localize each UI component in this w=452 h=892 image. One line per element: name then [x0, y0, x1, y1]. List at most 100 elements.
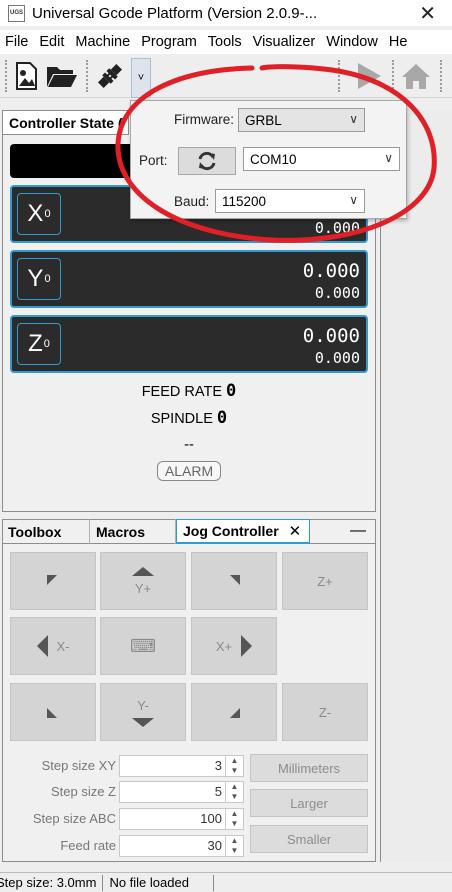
- step-size-xy-label: Step size XY: [41, 758, 116, 773]
- menu-visualizer[interactable]: Visualizer: [253, 34, 316, 50]
- step-size-abc-label: Step size ABC: [32, 811, 116, 826]
- tab-toolbox[interactable]: Toolbox: [2, 519, 90, 544]
- arrow-up-left-icon: [47, 575, 57, 585]
- status-bar: Step size: 3.0mm No file loaded: [0, 872, 452, 892]
- firmware-select[interactable]: GRBL ∨: [238, 108, 365, 132]
- units-toggle-button[interactable]: Millimeters: [250, 754, 368, 782]
- jog-z-plus-button[interactable]: Z+: [282, 552, 368, 610]
- toolbar: [0, 54, 452, 98]
- jog-x-plus-button[interactable]: X+: [191, 617, 277, 675]
- reset-x-button[interactable]: X0: [17, 193, 61, 235]
- controller-state-tab[interactable]: Controller State (: [3, 111, 129, 135]
- menu-bar: File Edit Machine Program Tools Visualiz…: [0, 30, 452, 54]
- refresh-ports-button[interactable]: [178, 147, 236, 175]
- z-work-position: 0.000: [302, 325, 360, 347]
- feed-rate-readout: FEED RATE 0: [0, 381, 378, 401]
- jog-x-minus-button[interactable]: X-: [10, 617, 96, 675]
- jog-y-plus-button[interactable]: Y+: [100, 552, 186, 610]
- stepper-arrows-icon[interactable]: ▲ ▼: [225, 836, 243, 856]
- step-size-abc-field[interactable]: 100 ▲ ▼: [119, 808, 244, 830]
- chevron-down-icon: ˅: [137, 72, 145, 84]
- refresh-icon: [198, 151, 216, 171]
- jog-x-minus-y-minus-button[interactable]: [10, 683, 96, 741]
- z-machine-position: 0.000: [314, 349, 360, 367]
- jog-x-plus-y-plus-button[interactable]: [191, 552, 277, 610]
- tab-jog-controller-label: Jog Controller: [183, 523, 279, 539]
- chevron-down-icon: ∨: [349, 193, 358, 207]
- connect-button[interactable]: [94, 60, 126, 92]
- y-work-position: 0.000: [302, 260, 360, 282]
- toolbar-separator: [440, 60, 443, 92]
- arrow-down-right-icon: [230, 708, 240, 718]
- connection-dropdown-button[interactable]: ˅: [131, 58, 151, 98]
- keyboard-jog-button[interactable]: ⌨: [100, 617, 186, 675]
- app-icon: UGS: [8, 4, 25, 22]
- open-image-button[interactable]: [10, 60, 42, 92]
- toolbar-separator: [338, 60, 341, 92]
- stepper-arrows-icon[interactable]: ▲ ▼: [225, 756, 243, 776]
- open-folder-button[interactable]: [46, 60, 78, 92]
- close-icon[interactable]: ✕: [289, 522, 302, 540]
- plug-icon: [97, 63, 123, 89]
- menu-window[interactable]: Window: [326, 34, 378, 50]
- toolbar-grip: [5, 60, 8, 92]
- z-axis-display: Z0 0.000 0.000: [10, 315, 368, 373]
- menu-edit[interactable]: Edit: [39, 34, 64, 50]
- reset-z-button[interactable]: Z0: [17, 323, 61, 365]
- play-icon: [358, 63, 381, 89]
- toolbar-separator: [392, 60, 395, 92]
- step-size-z-label: Step size Z: [50, 784, 116, 799]
- arrow-up-right-icon: [230, 575, 240, 585]
- feed-rate-field[interactable]: 30 ▲ ▼: [119, 835, 244, 857]
- pin-state: --: [184, 437, 194, 453]
- stepper-arrows-icon[interactable]: ▲ ▼: [225, 809, 243, 829]
- status-divider: [212, 874, 214, 891]
- menu-machine[interactable]: Machine: [75, 34, 130, 50]
- tab-macros[interactable]: Macros: [90, 519, 176, 544]
- arrow-down-icon: [132, 717, 154, 727]
- connection-popup: Firmware: GRBL ∨ Port: COM10 ∨ Baud: 115…: [130, 100, 407, 219]
- play-button[interactable]: [352, 60, 384, 92]
- feed-rate-value: 0: [226, 381, 237, 401]
- image-file-icon: [16, 62, 37, 90]
- jog-x-plus-y-minus-button[interactable]: [191, 683, 277, 741]
- larger-step-button[interactable]: Larger: [250, 789, 368, 817]
- port-label: Port:: [139, 153, 168, 168]
- home-button[interactable]: [400, 60, 432, 92]
- reset-y-button[interactable]: Y0: [17, 258, 61, 300]
- alarm-badge: ALARM: [157, 461, 221, 481]
- x-machine-position: 0.000: [314, 219, 360, 237]
- port-select[interactable]: COM10 ∨: [243, 147, 400, 171]
- title-bar: UGS Universal Gcode Platform (Version 2.…: [0, 0, 452, 26]
- bottom-tab-bar: Toolbox Macros Jog Controller ✕ —: [2, 519, 376, 544]
- stepper-arrows-icon[interactable]: ▲ ▼: [225, 782, 243, 802]
- baud-label: Baud:: [174, 194, 210, 209]
- jog-x-minus-y-plus-button[interactable]: [10, 552, 96, 610]
- spindle-value: 0: [216, 408, 228, 428]
- tab-jog-controller[interactable]: Jog Controller ✕: [176, 519, 310, 544]
- y-axis-display: Y0 0.000 0.000: [10, 250, 368, 308]
- toolbar-separator: [86, 60, 89, 92]
- step-size-xy-field[interactable]: 3 ▲ ▼: [119, 755, 244, 777]
- feed-rate-label: Feed rate: [60, 838, 116, 853]
- arrow-left-icon: [36, 635, 48, 657]
- window-close-button[interactable]: ✕: [419, 1, 436, 26]
- menu-help[interactable]: He: [389, 34, 408, 50]
- step-size-z-field[interactable]: 5 ▲ ▼: [119, 781, 244, 803]
- chevron-down-icon: ∨: [384, 151, 393, 165]
- chevron-down-icon: ∨: [349, 112, 358, 126]
- smaller-step-button[interactable]: Smaller: [250, 825, 368, 853]
- home-icon: [402, 64, 430, 89]
- firmware-label: Firmware:: [174, 112, 234, 127]
- arrow-down-left-icon: [47, 708, 57, 718]
- menu-file[interactable]: File: [5, 34, 28, 50]
- jog-z-minus-button[interactable]: Z-: [282, 683, 368, 741]
- menu-program[interactable]: Program: [141, 34, 197, 50]
- visualizer-panel: [380, 110, 452, 862]
- keyboard-icon: ⌨: [130, 635, 156, 656]
- jog-y-minus-button[interactable]: Y-: [100, 683, 186, 741]
- menu-tools[interactable]: Tools: [208, 34, 242, 50]
- baud-select[interactable]: 115200 ∨: [215, 189, 365, 213]
- minimize-panel-button[interactable]: —: [350, 522, 366, 540]
- status-divider: [102, 874, 104, 891]
